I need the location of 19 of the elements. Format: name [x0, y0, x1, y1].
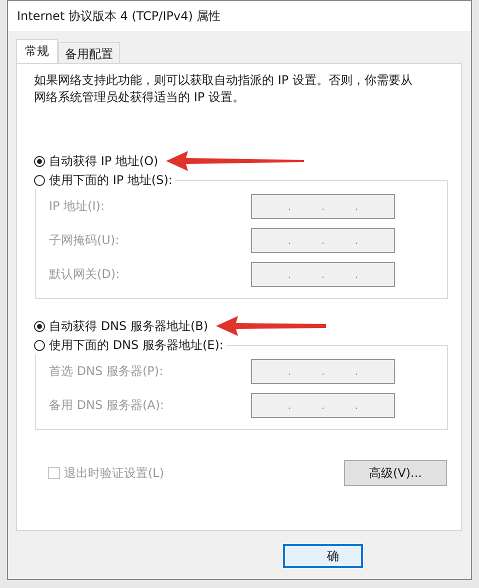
field-label: IP 地址(I): [49, 198, 105, 214]
radio-button[interactable] [34, 340, 45, 350]
description-text: 如果网络支持此功能，则可以获取自动指派的 IP 设置。否则，你需要从网络系统管理员处获得适当的 IP 设置。 [34, 72, 414, 106]
radio-button[interactable] [34, 174, 45, 186]
window-title: Internet 协议版本 4 (TCP/IPv4) 属性 [17, 8, 221, 24]
radio-label[interactable]: 自动获得 IP 地址(O) [49, 152, 158, 170]
tab[interactable]: 备用配置 [58, 42, 120, 63]
tab[interactable]: 常规 [16, 39, 58, 63]
field-label: 子网掩码(U): [49, 232, 120, 248]
radio-label[interactable]: 使用下面的 IP 地址(S): [49, 172, 172, 188]
advanced-button[interactable]: 高级(V)... [344, 460, 447, 486]
field-label: 默认网关(D): [49, 266, 120, 282]
field-label: 首选 DNS 服务器(P): [49, 362, 164, 380]
radio-button[interactable] [34, 156, 45, 166]
radio-label[interactable]: 自动获得 DNS 服务器地址(B) [49, 318, 208, 334]
field-label: 备用 DNS 服务器(A): [49, 396, 164, 414]
ok-button[interactable]: 确 [283, 544, 363, 568]
radio-button[interactable] [34, 320, 45, 332]
radio-label[interactable]: 使用下面的 DNS 服务器地址(E): [49, 336, 224, 354]
